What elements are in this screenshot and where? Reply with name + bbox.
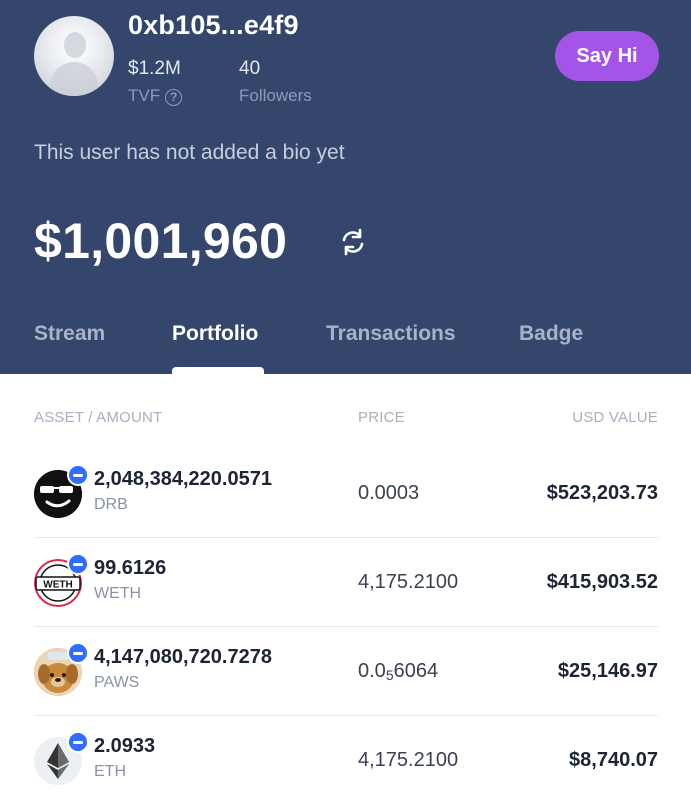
active-tab-indicator bbox=[172, 367, 264, 374]
asset-usd-value: $8,740.07 bbox=[569, 749, 658, 771]
price-significant-digits: 6064 bbox=[393, 660, 439, 682]
svg-text:WETH: WETH bbox=[43, 580, 72, 591]
asset-symbol: ETH bbox=[94, 763, 126, 780]
asset-price: 4,175.2100 bbox=[358, 571, 458, 594]
asset-price: 0.0003 bbox=[358, 482, 419, 505]
minus-badge-icon[interactable] bbox=[67, 731, 89, 753]
portfolio-balance: $1,001,960 bbox=[34, 213, 288, 269]
minus-badge-icon[interactable] bbox=[67, 464, 89, 486]
tab-transactions[interactable]: Transactions bbox=[326, 322, 456, 346]
asset-usd-value: $25,146.97 bbox=[557, 660, 658, 682]
username: 0xb105...e4f9 bbox=[128, 10, 299, 40]
bio-text: This user has not added a bio yet bbox=[34, 141, 345, 164]
row-divider bbox=[34, 626, 658, 627]
asset-amount: 99.6126 bbox=[94, 557, 167, 579]
price-text: 0.0 bbox=[358, 660, 386, 682]
asset-symbol: WETH bbox=[94, 585, 142, 602]
table-row[interactable]: 2,048,384,220.0571 DRB 0.0003 $523,203.7… bbox=[0, 456, 691, 545]
asset-amount: 4,147,080,720.7278 bbox=[94, 646, 272, 668]
avatar-body-shape bbox=[50, 62, 98, 96]
price-text: 4,175.2100 bbox=[358, 571, 459, 593]
tvf-label-group: TVF? bbox=[128, 86, 183, 106]
asset-symbol: DRB bbox=[94, 496, 128, 513]
tab-badge[interactable]: Badge bbox=[519, 322, 583, 346]
profile-tabs: Stream Portfolio Transactions Badge bbox=[0, 318, 691, 374]
help-circle-icon[interactable]: ? bbox=[165, 89, 183, 106]
tvf-label: TVF bbox=[128, 86, 161, 105]
table-row[interactable]: 4,147,080,720.7278 PAWS 0.056064 $25,146… bbox=[0, 634, 691, 723]
avatar-head-shape bbox=[64, 32, 86, 58]
tab-stream[interactable]: Stream bbox=[34, 322, 105, 346]
asset-symbol: PAWS bbox=[94, 674, 140, 691]
asset-usd-value: $415,903.52 bbox=[546, 571, 658, 593]
minus-badge-icon[interactable] bbox=[67, 642, 89, 664]
refresh-icon[interactable] bbox=[338, 227, 368, 257]
asset-usd-value: $523,203.73 bbox=[546, 482, 658, 504]
followers-count[interactable]: 40 bbox=[239, 58, 260, 80]
row-divider bbox=[34, 715, 658, 716]
price-zero-count: 5 bbox=[385, 667, 394, 683]
tab-portfolio[interactable]: Portfolio bbox=[172, 322, 258, 346]
minus-badge-icon[interactable] bbox=[67, 553, 89, 575]
asset-price: 4,175.2100 bbox=[358, 749, 458, 772]
asset-amount: 2,048,384,220.0571 bbox=[94, 468, 272, 490]
column-header-asset: ASSET / AMOUNT bbox=[34, 409, 163, 426]
tvf-value: $1.2M bbox=[128, 58, 181, 79]
asset-price: 0.056064 bbox=[358, 660, 438, 683]
price-text: 0.0003 bbox=[358, 482, 420, 504]
avatar[interactable] bbox=[34, 16, 114, 96]
column-header-usd-value: USD VALUE bbox=[572, 409, 658, 426]
asset-amount: 2.0933 bbox=[94, 735, 156, 757]
say-hi-button[interactable]: Say Hi bbox=[555, 31, 659, 81]
row-divider bbox=[34, 537, 658, 538]
profile-header: 0xb105...e4f9 $1.2M TVF? 40 Followers Sa… bbox=[0, 0, 691, 374]
followers-label[interactable]: Followers bbox=[239, 86, 312, 106]
price-text: 4,175.2100 bbox=[358, 749, 459, 771]
table-row[interactable]: 2.0933 ETH 4,175.2100 $8,740.07 bbox=[0, 723, 691, 800]
column-header-price: PRICE bbox=[358, 409, 405, 426]
table-row[interactable]: WETH 99.6126 WETH 4,175.2100 $415,903.52 bbox=[0, 545, 691, 634]
